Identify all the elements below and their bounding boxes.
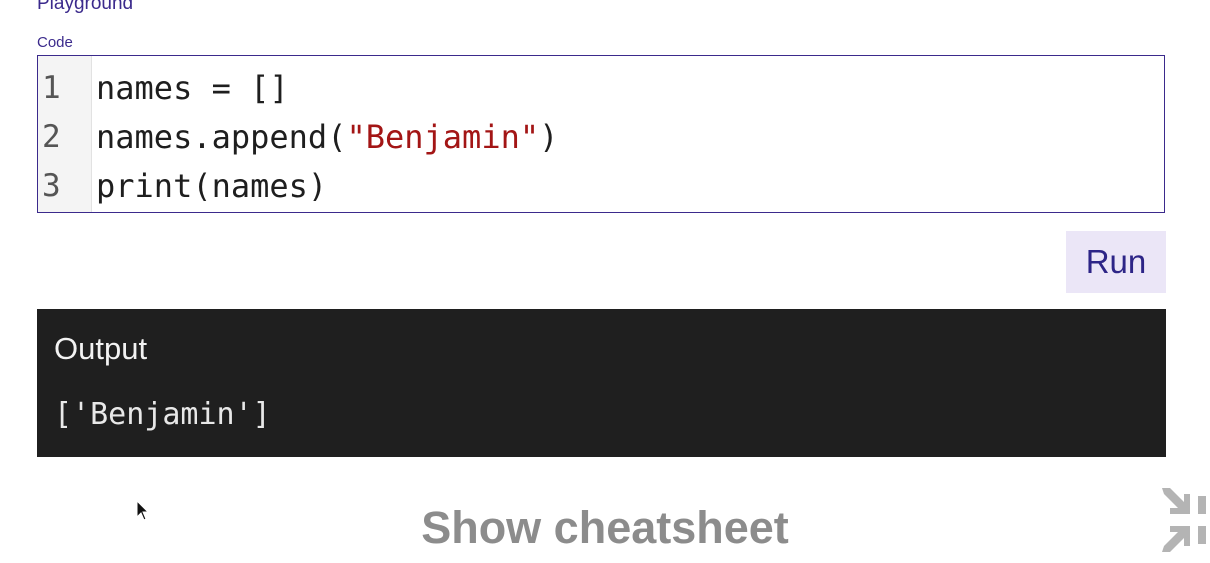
output-text: ['Benjamin'] [54,397,271,432]
output-panel: Output ['Benjamin'] [37,309,1166,457]
mouse-pointer-icon [136,499,150,522]
code-text: names = [] [96,69,289,107]
code-editor[interactable]: 1 names = [] 2 names.append("Benjamin") … [37,55,1165,213]
code-text: names.append("Benjamin") [96,112,558,162]
code-line[interactable]: 1 names = [] [38,63,1164,113]
code-line[interactable]: 2 names.append("Benjamin") [38,112,1164,162]
code-label: Code [37,34,73,51]
show-cheatsheet-button[interactable]: Show cheatsheet [405,502,805,554]
line-number: 1 [42,70,61,106]
run-button[interactable]: Run [1066,231,1166,293]
line-number: 2 [42,119,61,155]
collapse-arrows-icon[interactable] [1158,484,1210,556]
code-line[interactable]: 3 print(names) [38,161,1164,211]
output-heading: Output [54,331,148,366]
code-text: print(names) [96,167,328,205]
line-number: 3 [42,168,61,204]
string-literal: "Benjamin" [346,118,540,156]
code-call: names.append( [96,118,347,156]
page-title: Playground [37,0,134,14]
code-close-paren: ) [539,118,559,156]
